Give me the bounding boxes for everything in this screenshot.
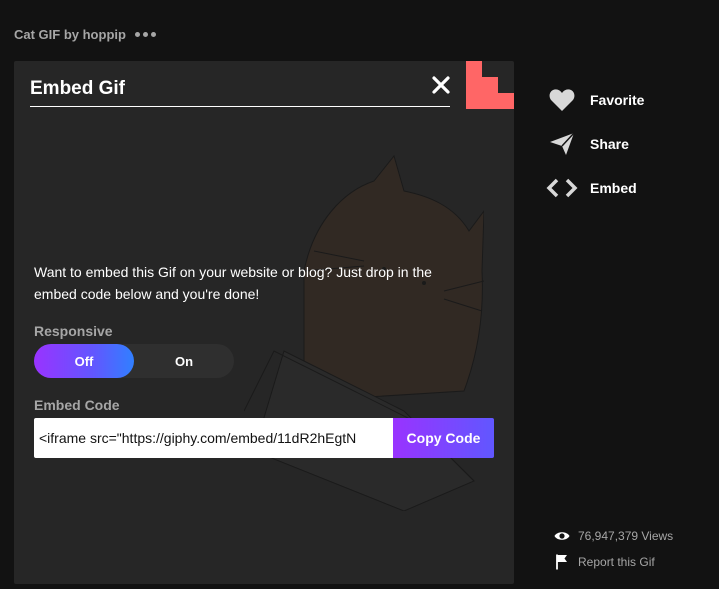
close-icon[interactable] [431, 75, 451, 95]
share-label: Share [590, 136, 629, 152]
embed-code-label: Embed Code [34, 397, 120, 413]
embed-code-row: Copy Code [34, 418, 494, 458]
views-count: 76,947,379 Views [578, 529, 674, 543]
favorite-label: Favorite [590, 92, 645, 108]
favorite-action[interactable]: Favorite [545, 86, 644, 114]
embed-code-input[interactable] [34, 418, 393, 458]
embed-action[interactable]: Embed [545, 174, 644, 202]
share-action[interactable]: Share [545, 130, 644, 158]
flag-icon [553, 553, 571, 571]
panel-header: Embed Gif [30, 79, 450, 107]
paper-plane-icon [545, 130, 579, 158]
eye-icon [553, 527, 571, 545]
gif-title-text: Cat GIF by hoppip [14, 27, 126, 42]
code-brackets-icon [545, 174, 579, 202]
responsive-toggle: Off On [34, 344, 234, 378]
gif-actions: Favorite Share Embed [545, 86, 644, 218]
embed-label: Embed [590, 180, 637, 196]
more-dots-icon[interactable] [134, 32, 156, 37]
embed-panel: Embed Gif Want to embed this Gif on your… [14, 61, 514, 584]
report-label: Report this Gif [578, 555, 655, 569]
copy-code-button[interactable]: Copy Code [393, 418, 494, 458]
toggle-off-option[interactable]: Off [34, 344, 134, 378]
responsive-label: Responsive [34, 323, 113, 339]
views-stat: 76,947,379 Views [553, 527, 673, 545]
report-link[interactable]: Report this Gif [553, 553, 673, 571]
gif-stats: 76,947,379 Views Report this Gif [553, 527, 673, 579]
embed-description: Want to embed this Gif on your website o… [34, 264, 432, 302]
corner-decoration [466, 61, 514, 109]
gif-title: Cat GIF by hoppip [14, 27, 156, 42]
heart-icon [545, 86, 579, 114]
toggle-on-option[interactable]: On [134, 344, 234, 378]
panel-title: Embed Gif [30, 78, 126, 99]
